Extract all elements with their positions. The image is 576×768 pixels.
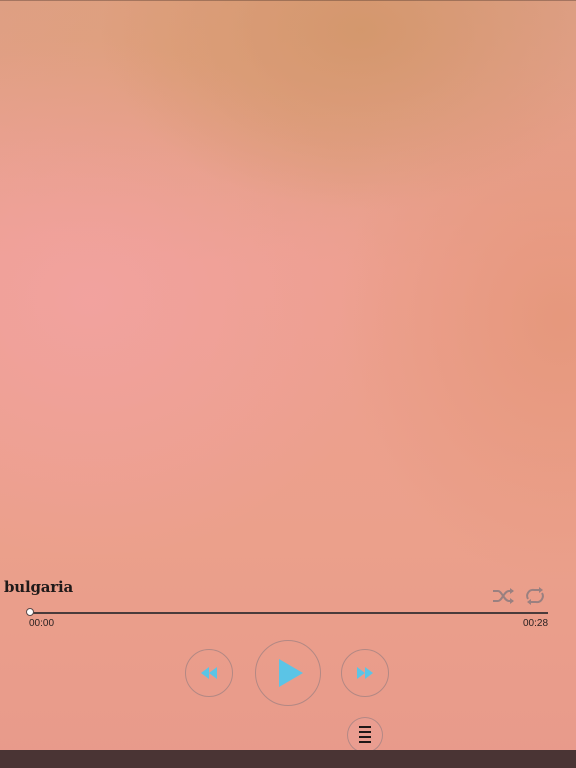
rewind-icon [201, 667, 217, 679]
fast-forward-icon [357, 667, 373, 679]
total-time: 00:28 [523, 618, 549, 629]
progress-knob[interactable] [26, 608, 34, 616]
list-icon [359, 726, 371, 743]
play-button[interactable] [255, 640, 321, 706]
repeat-icon[interactable] [523, 586, 547, 606]
bottom-bar [0, 750, 576, 768]
shuffle-icon[interactable] [492, 586, 516, 606]
playlist-button[interactable] [347, 717, 383, 753]
top-divider [0, 0, 576, 1]
elapsed-time: 00:00 [29, 618, 55, 629]
fast-forward-button[interactable] [341, 649, 389, 697]
progress-bar[interactable] [26, 608, 548, 616]
rewind-button[interactable] [185, 649, 233, 697]
play-icon [278, 659, 303, 687]
music-player-screen: bulgaria 00:00 00:28 [0, 0, 576, 768]
track-title: bulgaria [4, 578, 74, 596]
